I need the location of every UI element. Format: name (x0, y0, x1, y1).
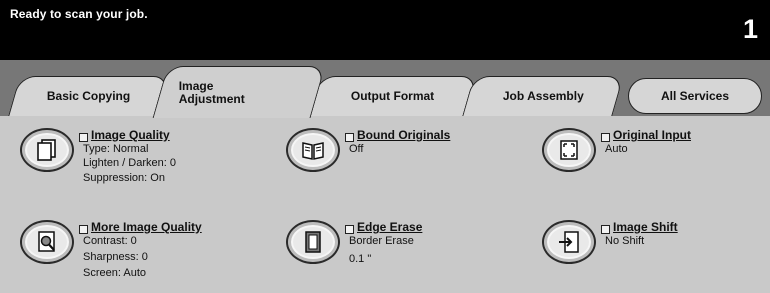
tab-label: All Services (660, 88, 730, 103)
image-shift-value: No Shift (605, 235, 645, 247)
arrow-into-page-icon (559, 231, 579, 253)
original-input-value: Auto (605, 143, 628, 155)
image-quality-title[interactable]: Image Quality (91, 128, 170, 142)
tab-label-line2: Adjustment (178, 91, 245, 106)
tab-job-assembly[interactable]: Job Assembly (462, 76, 624, 116)
more-image-quality-checkbox[interactable] (79, 225, 88, 234)
tab-basic-copying[interactable]: Basic Copying (8, 76, 170, 116)
bound-originals-value: Off (349, 143, 364, 155)
more-image-quality-button[interactable] (20, 220, 74, 264)
original-input-checkbox[interactable] (601, 133, 610, 142)
status-message: Ready to scan your job. (10, 7, 148, 21)
bound-originals-button[interactable] (286, 128, 340, 172)
tab-label: Basic Copying (47, 89, 131, 103)
document-pages-icon (37, 139, 56, 161)
more-image-quality-screen: Screen: Auto (83, 267, 146, 279)
image-quality-lighten-darken: Lighten / Darken: 0 (83, 157, 176, 169)
status-bar: Ready to scan your job. 1 (0, 0, 770, 60)
more-image-quality-contrast: Contrast: 0 (83, 235, 137, 247)
magnifier-document-icon (38, 231, 55, 252)
tab-label: Image Adjustment (161, 78, 245, 106)
open-book-icon (302, 142, 324, 160)
more-image-quality-sharpness: Sharpness: 0 (83, 251, 148, 263)
image-adjustment-panel: Image Quality Type: Normal Lighten / Dar… (0, 116, 770, 293)
original-input-title[interactable]: Original Input (613, 128, 691, 142)
tab-strip: Basic Copying Image Adjustment Output Fo… (0, 60, 770, 118)
bound-originals-checkbox[interactable] (345, 133, 354, 142)
edge-erase-checkbox[interactable] (345, 225, 354, 234)
image-shift-button[interactable] (542, 220, 596, 264)
image-quality-suppression: Suppression: On (83, 172, 165, 184)
tab-image-adjustment[interactable]: Image Adjustment (152, 66, 326, 118)
tab-label: Job Assembly (502, 89, 584, 103)
image-shift-title[interactable]: Image Shift (613, 220, 678, 234)
edge-erase-mode: Border Erase (349, 235, 414, 247)
image-quality-button[interactable] (20, 128, 74, 172)
tab-label: Output Format (351, 89, 435, 103)
job-count: 1 (742, 14, 758, 44)
more-image-quality-title[interactable]: More Image Quality (91, 220, 202, 234)
tab-output-format[interactable]: Output Format (308, 76, 478, 116)
image-shift-checkbox[interactable] (601, 225, 610, 234)
edge-erase-button[interactable] (286, 220, 340, 264)
original-input-button[interactable] (542, 128, 596, 172)
framed-page-icon (305, 231, 321, 253)
tab-label-line1: Image (178, 78, 214, 93)
image-quality-checkbox[interactable] (79, 133, 88, 142)
edge-erase-amount: 0.1 " (349, 253, 372, 265)
page-corners-icon (560, 140, 578, 160)
edge-erase-title[interactable]: Edge Erase (357, 220, 422, 234)
bound-originals-title[interactable]: Bound Originals (357, 128, 450, 142)
tab-all-services[interactable]: All Services (628, 78, 762, 114)
image-quality-type: Type: Normal (83, 143, 149, 155)
